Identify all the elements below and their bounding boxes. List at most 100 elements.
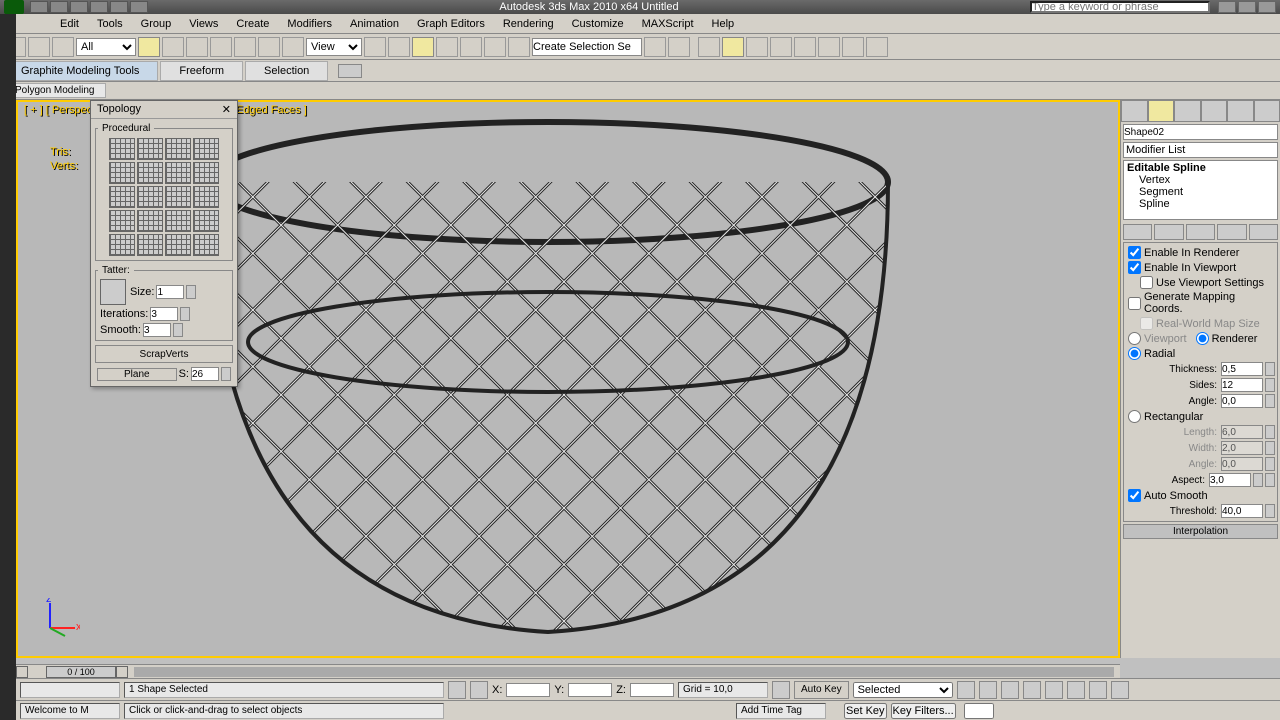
tool-btn[interactable] [770, 37, 792, 57]
spinner[interactable] [1265, 394, 1275, 408]
tab-freeform[interactable]: Freeform [160, 61, 243, 81]
pattern-button[interactable] [109, 138, 135, 160]
close-icon[interactable]: ✕ [222, 103, 231, 116]
enable-renderer-checkbox[interactable] [1128, 246, 1141, 259]
isolate-icon[interactable] [470, 681, 488, 699]
menu-animation[interactable]: Animation [350, 18, 399, 30]
thickness-input[interactable] [1221, 362, 1263, 376]
menu-maxscript[interactable]: MAXScript [642, 18, 694, 30]
tool-btn[interactable] [668, 37, 690, 57]
gen-mapping-checkbox[interactable] [1128, 297, 1141, 310]
tatter-icon[interactable] [100, 279, 126, 305]
stack-segment[interactable]: Segment [1125, 186, 1276, 198]
qat-btn[interactable] [110, 1, 128, 13]
qat-btn[interactable] [90, 1, 108, 13]
rectangular-radio[interactable] [1128, 410, 1141, 423]
stack-btn[interactable] [1249, 224, 1278, 240]
tool-btn[interactable] [484, 37, 506, 57]
autosmooth-checkbox[interactable] [1128, 489, 1141, 502]
timeline-track[interactable] [134, 667, 1114, 677]
frame-input[interactable] [964, 703, 994, 719]
timeline-arrow-right[interactable] [116, 666, 128, 678]
z-coord-input[interactable] [630, 683, 674, 697]
menu-views[interactable]: Views [189, 18, 218, 30]
x-coord-input[interactable] [506, 683, 550, 697]
time-slider[interactable]: 0 / 100 [16, 664, 1120, 678]
spinner[interactable] [186, 285, 196, 299]
spinner[interactable] [221, 367, 231, 381]
menu-help[interactable]: Help [712, 18, 735, 30]
tool-btn[interactable] [234, 37, 256, 57]
keyfilters-button[interactable]: Key Filters... [891, 703, 956, 719]
pattern-button[interactable] [109, 234, 135, 256]
lock-icon[interactable] [448, 681, 466, 699]
tab-utilities[interactable] [1254, 100, 1280, 122]
pattern-button[interactable] [193, 210, 219, 232]
tool-btn[interactable] [698, 37, 720, 57]
pattern-button[interactable] [109, 210, 135, 232]
tool-btn[interactable] [644, 37, 666, 57]
subtab-polygon-modeling[interactable]: Polygon Modeling [4, 83, 106, 98]
close-button[interactable] [1258, 1, 1276, 13]
qat-btn[interactable] [130, 1, 148, 13]
pattern-button[interactable] [137, 210, 163, 232]
spinner[interactable] [1265, 362, 1275, 376]
pattern-button[interactable] [165, 234, 191, 256]
pattern-button[interactable] [109, 162, 135, 184]
scrapverts-button[interactable]: ScrapVerts [95, 345, 233, 363]
tool-btn[interactable] [842, 37, 864, 57]
pattern-button[interactable] [193, 138, 219, 160]
selection-filter-dropdown[interactable]: All [76, 38, 136, 56]
spinner[interactable] [180, 307, 190, 321]
stack-btn[interactable] [1217, 224, 1246, 240]
next-frame-button[interactable] [1023, 681, 1041, 699]
lock-icon[interactable] [1265, 473, 1275, 487]
tool-btn[interactable] [746, 37, 768, 57]
pattern-button[interactable] [165, 210, 191, 232]
pattern-button[interactable] [165, 186, 191, 208]
pattern-button[interactable] [137, 234, 163, 256]
goto-start-button[interactable] [957, 681, 975, 699]
app-icon[interactable] [4, 0, 24, 14]
tab-hierarchy[interactable] [1174, 100, 1201, 122]
stack-editable-spline[interactable]: Editable Spline [1125, 162, 1276, 174]
pattern-button[interactable] [193, 234, 219, 256]
enable-viewport-checkbox[interactable] [1128, 261, 1141, 274]
play-button[interactable] [1001, 681, 1019, 699]
modifier-stack[interactable]: Editable Spline Vertex Segment Spline [1123, 160, 1278, 220]
plane-button[interactable]: Plane [97, 368, 177, 381]
smooth-input[interactable] [143, 323, 171, 337]
use-viewport-settings-checkbox[interactable] [1140, 276, 1153, 289]
tool-btn[interactable] [722, 37, 744, 57]
menu-grapheditors[interactable]: Graph Editors [417, 18, 485, 30]
tool-btn[interactable] [258, 37, 280, 57]
tab-motion[interactable] [1201, 100, 1228, 122]
qat-btn[interactable] [50, 1, 68, 13]
tool-btn[interactable] [52, 37, 74, 57]
nav-btn[interactable] [1111, 681, 1129, 699]
pin-stack-button[interactable] [1123, 224, 1152, 240]
tool-btn[interactable] [364, 37, 386, 57]
tool-btn[interactable] [794, 37, 816, 57]
help-search-input[interactable] [1030, 1, 1210, 13]
stack-vertex[interactable]: Vertex [1125, 174, 1276, 186]
pattern-button[interactable] [137, 186, 163, 208]
spinner[interactable] [1253, 473, 1263, 487]
tab-graphite[interactable]: Graphite Modeling Tools [2, 61, 158, 81]
tool-btn[interactable] [186, 37, 208, 57]
qat-btn[interactable] [30, 1, 48, 13]
pattern-button[interactable] [193, 162, 219, 184]
pattern-button[interactable] [165, 138, 191, 160]
threshold-input[interactable] [1221, 504, 1263, 518]
pattern-button[interactable] [137, 138, 163, 160]
nav-btn[interactable] [1089, 681, 1107, 699]
tool-btn[interactable] [28, 37, 50, 57]
pattern-button[interactable] [165, 162, 191, 184]
maximize-button[interactable] [1238, 1, 1256, 13]
menu-edit[interactable]: Edit [60, 18, 79, 30]
ribbon-expand-button[interactable] [338, 64, 362, 78]
pattern-button[interactable] [137, 162, 163, 184]
menu-rendering[interactable]: Rendering [503, 18, 554, 30]
spinner[interactable] [1265, 378, 1275, 392]
prev-frame-button[interactable] [979, 681, 997, 699]
